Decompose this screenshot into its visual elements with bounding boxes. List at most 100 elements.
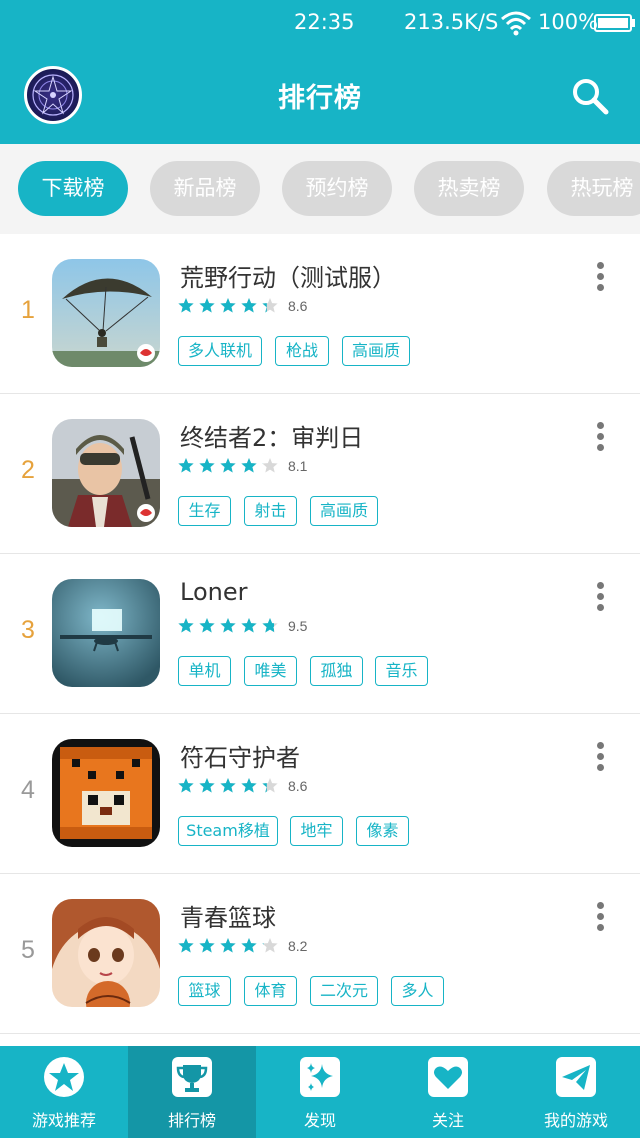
star-filled [241, 298, 257, 313]
tab-new[interactable]: 新品榜 [150, 161, 260, 216]
rating-stars [178, 618, 278, 633]
nav-label: 发现 [303, 1111, 336, 1130]
trophy-icon [172, 1057, 212, 1097]
nav-label: 关注 [431, 1111, 464, 1130]
nav-discover[interactable]: 发现 [256, 1046, 384, 1138]
rating-score: 8.2 [288, 938, 308, 954]
star-filled [220, 298, 236, 313]
tab-bestseller[interactable]: 热卖榜 [414, 161, 524, 216]
tag[interactable]: 高画质 [310, 496, 378, 526]
tag[interactable]: 多人 [391, 976, 444, 1006]
rating-stars [178, 298, 278, 313]
more-menu-icon[interactable] [590, 580, 610, 614]
game-name: 青春篮球 [180, 904, 276, 932]
list-item[interactable]: 2 终结者2：审判日 8.1 生存 射击 高画质 [0, 394, 640, 554]
star-filled [220, 938, 236, 953]
status-time: 22:35 [294, 10, 355, 34]
rank-number: 1 [21, 296, 35, 324]
game-icon[interactable] [52, 579, 160, 687]
tab-reservation[interactable]: 预约榜 [282, 161, 392, 216]
nav-follow[interactable]: 关注 [384, 1046, 512, 1138]
tag[interactable]: 像素 [356, 816, 409, 846]
game-icon[interactable] [52, 739, 160, 847]
tag[interactable]: 体育 [244, 976, 297, 1006]
list-item[interactable]: 1 荒野行动（测试服） 8.6 多人联机 枪战 高画质 [0, 234, 640, 394]
game-name: 终结者2：审判日 [180, 424, 364, 452]
status-bar: 22:35 213.5K/S 100% [0, 0, 640, 46]
rank-number: 2 [21, 456, 35, 484]
star-filled [178, 298, 194, 313]
network-speed: 213.5K/S [404, 10, 499, 34]
more-menu-icon[interactable] [590, 420, 610, 454]
tag[interactable]: 孤独 [310, 656, 363, 686]
tag[interactable]: 枪战 [275, 336, 329, 366]
more-menu-icon[interactable] [590, 740, 610, 774]
game-icon[interactable] [52, 899, 160, 1007]
nav-label: 我的游戏 [543, 1111, 608, 1130]
nav-label: 游戏推荐 [31, 1111, 96, 1130]
tag[interactable]: 多人联机 [178, 336, 262, 366]
star-filled [199, 298, 215, 313]
tag[interactable]: 地牢 [290, 816, 343, 846]
star-filled [199, 618, 215, 633]
app-header: 排行榜 [0, 46, 640, 144]
tag[interactable]: 二次元 [310, 976, 378, 1006]
rating-stars [178, 458, 278, 473]
list-item[interactable]: 3 Loner 9.5 单机 唯美 孤独 音乐 [0, 554, 640, 714]
star-icon [44, 1057, 84, 1097]
list-item[interactable]: 4 符石守护者 8.6 Steam移植 地牢 像素 [0, 714, 640, 874]
rank-number: 3 [21, 616, 35, 644]
page-title: 排行榜 [278, 83, 362, 114]
nav-game-recommend[interactable]: 游戏推荐 [0, 1046, 128, 1138]
tag[interactable]: Steam移植 [178, 816, 278, 846]
more-menu-icon[interactable] [590, 260, 610, 294]
game-icon[interactable] [52, 259, 160, 367]
tab-downloads[interactable]: 下载榜 [18, 161, 128, 216]
list-item[interactable]: 5 青春篮球 8.2 篮球 体育 二次元 多人 [0, 874, 640, 1034]
search-icon[interactable] [570, 76, 610, 116]
star-filled [178, 618, 194, 633]
star-filled [220, 458, 236, 473]
tag[interactable]: 生存 [178, 496, 231, 526]
nav-label: 排行榜 [167, 1111, 216, 1130]
game-name: Loner [180, 578, 248, 606]
tag[interactable]: 音乐 [375, 656, 428, 686]
battery-icon [594, 14, 632, 32]
rating-score: 8.6 [288, 298, 308, 314]
star-filled [241, 778, 257, 793]
rating-stars [178, 938, 278, 953]
more-menu-icon[interactable] [590, 900, 610, 934]
game-icon[interactable] [52, 419, 160, 527]
tag[interactable]: 射击 [244, 496, 297, 526]
star-filled [199, 938, 215, 953]
bottom-nav: 游戏推荐 排行榜 发现 关注 我的游戏 [0, 1046, 640, 1138]
tag[interactable]: 唯美 [244, 656, 297, 686]
tab-hot-played[interactable]: 热玩榜 [547, 161, 640, 216]
battery-percent: 100% [538, 10, 599, 34]
nav-ranking[interactable]: 排行榜 [128, 1046, 256, 1138]
nav-my-games[interactable]: 我的游戏 [512, 1046, 640, 1138]
star-filled [241, 458, 257, 473]
sparkle-icon [300, 1057, 340, 1097]
star-filled [178, 938, 194, 953]
pixel-fox-game-icon [52, 739, 160, 847]
star-empty [262, 938, 278, 953]
star-filled [220, 618, 236, 633]
star-filled [199, 458, 215, 473]
rating-score: 9.5 [288, 618, 308, 634]
game-name: 符石守护者 [180, 744, 300, 772]
star-filled [178, 778, 194, 793]
rating-score: 8.6 [288, 778, 308, 794]
anime-girl-game-icon [52, 899, 160, 1007]
soldier-game-icon [52, 419, 160, 527]
star-filled [199, 778, 215, 793]
game-name: 荒野行动（测试服） [180, 264, 396, 292]
tag[interactable]: 高画质 [342, 336, 410, 366]
airplane-game-icon [52, 579, 160, 687]
star-filled [220, 778, 236, 793]
paper-plane-icon [556, 1057, 596, 1097]
parachute-game-icon [52, 259, 160, 367]
rating-stars [178, 778, 278, 793]
tag[interactable]: 单机 [178, 656, 231, 686]
tag[interactable]: 篮球 [178, 976, 231, 1006]
